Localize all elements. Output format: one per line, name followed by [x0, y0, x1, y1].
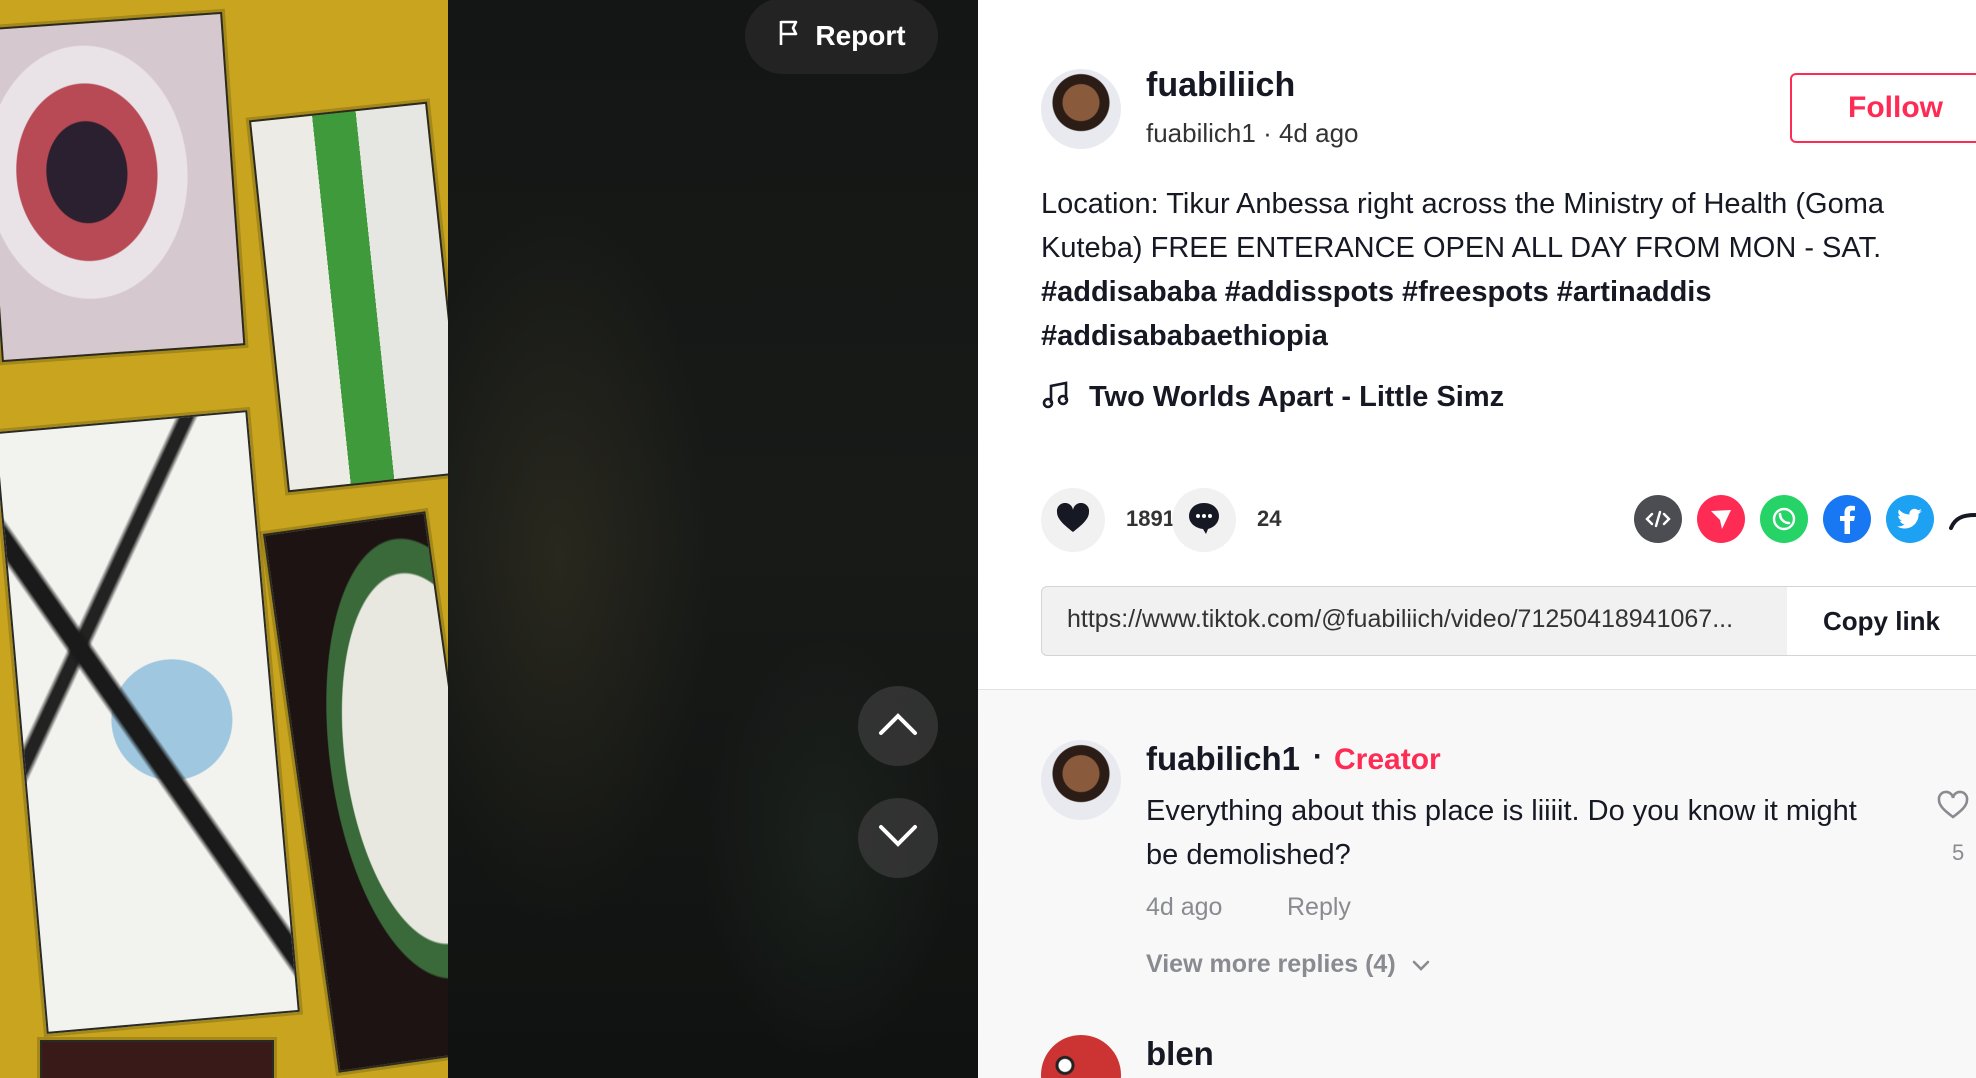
commenter-avatar[interactable]: [1041, 740, 1121, 820]
post-time: 4d ago: [1278, 118, 1359, 148]
chevron-up-icon: [878, 712, 918, 741]
follow-button[interactable]: Follow: [1790, 73, 1976, 143]
send-to-friends-icon[interactable]: [1697, 495, 1745, 543]
video-description: Location: Tikur Anbessa right across the…: [1041, 182, 1971, 358]
video-player[interactable]: Report: [0, 0, 978, 1078]
hashtag-link[interactable]: #addisababa: [1041, 276, 1217, 308]
comment-like-button[interactable]: [1936, 790, 1970, 825]
hashtag-link[interactable]: #artinaddis: [1557, 276, 1712, 308]
like-button[interactable]: [1041, 488, 1105, 552]
painting-1: [0, 11, 246, 363]
heart-outline-icon: [1936, 790, 1970, 824]
like-count: 1891: [1126, 506, 1175, 531]
commenter-username[interactable]: fuabilich1: [1146, 740, 1300, 778]
view-more-replies-button[interactable]: View more replies (4): [1146, 950, 1430, 979]
author-section: fuabiliich fuabilich1 · 4d ago Follow Lo…: [978, 0, 1976, 688]
music-title: Two Worlds Apart - Little Simz: [1089, 381, 1505, 413]
creator-badge: Creator: [1334, 743, 1441, 776]
reply-button[interactable]: Reply: [1287, 893, 1351, 922]
comment-like-count: 5: [1952, 840, 1965, 865]
share-link-url[interactable]: https://www.tiktok.com/@fuabiliich/video…: [1067, 605, 1733, 634]
embed-icon[interactable]: [1634, 495, 1682, 543]
chevron-down-icon: [1412, 950, 1430, 979]
whatsapp-icon[interactable]: [1760, 495, 1808, 543]
painting-2: [248, 101, 448, 493]
video-blur-background: [448, 0, 978, 1078]
commenter-username[interactable]: blen: [1146, 1035, 1214, 1073]
facebook-icon[interactable]: [1823, 495, 1871, 543]
previous-video-button[interactable]: [858, 686, 938, 766]
commenter-avatar[interactable]: [1041, 1035, 1121, 1078]
hashtag-link[interactable]: #addisababaethiopia: [1041, 320, 1328, 352]
author-avatar[interactable]: [1041, 69, 1121, 149]
next-video-button[interactable]: [858, 798, 938, 878]
share-link-box: https://www.tiktok.com/@fuabiliich/video…: [1041, 586, 1976, 656]
painting-3: [0, 410, 300, 1034]
music-note-icon: [1041, 380, 1071, 415]
chevron-down-icon: [878, 824, 918, 853]
hashtag-link[interactable]: #addisspots: [1225, 276, 1394, 308]
more-share-icon[interactable]: [1949, 495, 1976, 543]
comment-text: Everything about this place is liiiit. D…: [1146, 795, 1857, 871]
author-meta: fuabilich1 · 4d ago: [1146, 118, 1359, 149]
view-more-replies-label: View more replies (4): [1146, 950, 1396, 978]
hashtag-link[interactable]: #freespots: [1402, 276, 1549, 308]
meta-separator: ·: [1255, 118, 1279, 148]
report-button[interactable]: Report: [745, 0, 938, 74]
comment-count: 24: [1257, 506, 1282, 531]
comment-button[interactable]: [1172, 488, 1236, 552]
painting-5: [40, 1040, 274, 1078]
video-frame: [0, 0, 448, 1078]
report-label: Report: [815, 20, 906, 51]
copy-link-button[interactable]: Copy link: [1787, 587, 1976, 655]
twitter-icon[interactable]: [1886, 495, 1934, 543]
comment-time: 4d ago: [1146, 893, 1223, 921]
video-details-panel: fuabiliich fuabilich1 · 4d ago Follow Lo…: [978, 0, 1976, 1078]
flag-icon: [777, 19, 803, 54]
comment-bubble-icon: [1187, 501, 1221, 540]
badge-separator: ·: [1313, 740, 1323, 773]
comments-section: fuabilich1 · Creator Everything about th…: [978, 689, 1976, 1078]
music-link[interactable]: Two Worlds Apart - Little Simz: [1041, 380, 1504, 415]
description-text: Location: Tikur Anbessa right across the…: [1041, 188, 1884, 264]
author-handle[interactable]: fuabilich1: [1146, 118, 1256, 148]
author-display-name[interactable]: fuabiliich: [1146, 66, 1295, 105]
heart-icon: [1056, 502, 1090, 538]
